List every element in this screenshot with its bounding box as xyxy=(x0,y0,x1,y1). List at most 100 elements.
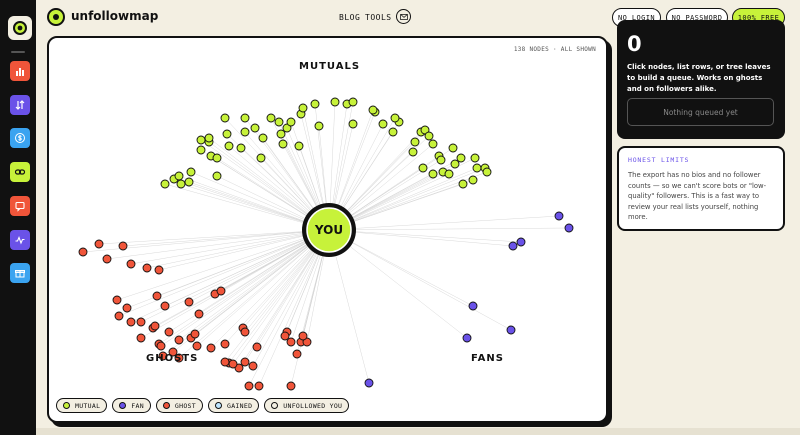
ghost-node[interactable] xyxy=(216,286,226,296)
mutual-node[interactable] xyxy=(294,141,304,151)
mutual-node[interactable] xyxy=(330,97,340,107)
mutual-node[interactable] xyxy=(388,127,398,137)
ghost-node[interactable] xyxy=(136,333,146,343)
ghost-node[interactable] xyxy=(126,259,136,269)
mutual-node[interactable] xyxy=(274,117,284,127)
mutual-node[interactable] xyxy=(298,103,308,113)
network-graph[interactable]: YOU xyxy=(49,38,608,423)
ghost-node[interactable] xyxy=(150,321,160,331)
ghost-node[interactable] xyxy=(114,311,124,321)
ghost-node[interactable] xyxy=(228,359,238,369)
ghost-node[interactable] xyxy=(292,349,302,359)
mutual-node[interactable] xyxy=(482,167,492,177)
mutual-node[interactable] xyxy=(310,99,320,109)
mutual-node[interactable] xyxy=(314,121,324,131)
rail-button-chat[interactable] xyxy=(10,195,30,216)
fan-node[interactable] xyxy=(508,241,518,251)
ghost-node[interactable] xyxy=(118,241,128,251)
mutual-node[interactable] xyxy=(196,145,206,155)
mutual-node[interactable] xyxy=(212,153,222,163)
mutual-node[interactable] xyxy=(410,137,420,147)
fan-node[interactable] xyxy=(564,223,574,233)
rail-button-link[interactable] xyxy=(10,162,30,183)
ghost-node[interactable] xyxy=(206,343,216,353)
fan-node[interactable] xyxy=(364,378,374,388)
mutual-node[interactable] xyxy=(266,113,276,123)
ghost-node[interactable] xyxy=(192,341,202,351)
rail-button-sort-arrows[interactable] xyxy=(10,94,30,115)
ghost-node[interactable] xyxy=(280,331,290,341)
mutual-node[interactable] xyxy=(256,153,266,163)
ghost-node[interactable] xyxy=(252,342,262,352)
mutual-node[interactable] xyxy=(160,179,170,189)
ghost-node[interactable] xyxy=(152,291,162,301)
mutual-node[interactable] xyxy=(368,105,378,115)
logo-icon[interactable] xyxy=(47,8,65,26)
mutual-node[interactable] xyxy=(458,179,468,189)
ghost-node[interactable] xyxy=(94,239,104,249)
mutual-node[interactable] xyxy=(472,163,482,173)
ghost-node[interactable] xyxy=(286,337,296,347)
mutual-node[interactable] xyxy=(224,141,234,151)
rail-button-dollar[interactable] xyxy=(10,128,30,149)
mutual-node[interactable] xyxy=(378,119,388,129)
rail-button-bar-chart[interactable] xyxy=(10,61,30,81)
mutual-node[interactable] xyxy=(456,153,466,163)
mutual-node[interactable] xyxy=(424,131,434,141)
legend-item-mutual[interactable]: MUTUAL xyxy=(56,398,108,413)
ghost-node[interactable] xyxy=(298,331,308,341)
mutual-node[interactable] xyxy=(436,155,446,165)
mutual-node[interactable] xyxy=(176,179,186,189)
mutual-node[interactable] xyxy=(220,113,230,123)
ghost-node[interactable] xyxy=(240,327,250,337)
ghost-node[interactable] xyxy=(194,309,204,319)
ghost-node[interactable] xyxy=(220,357,230,367)
queue-empty-button[interactable]: Nothing queued yet xyxy=(627,98,774,126)
mail-button[interactable] xyxy=(396,9,411,24)
ghost-node[interactable] xyxy=(156,341,166,351)
mutual-node[interactable] xyxy=(276,129,286,139)
ghost-node[interactable] xyxy=(122,303,132,313)
mutual-node[interactable] xyxy=(468,175,478,185)
mutual-node[interactable] xyxy=(286,117,296,127)
mutual-node[interactable] xyxy=(278,139,288,149)
mutual-node[interactable] xyxy=(470,153,480,163)
fan-node[interactable] xyxy=(506,325,516,335)
mutual-node[interactable] xyxy=(186,167,196,177)
ghost-node[interactable] xyxy=(254,381,264,391)
mutual-node[interactable] xyxy=(174,171,184,181)
ghost-node[interactable] xyxy=(112,295,122,305)
mutual-node[interactable] xyxy=(428,169,438,179)
ghost-node[interactable] xyxy=(240,357,250,367)
mutual-node[interactable] xyxy=(196,135,206,145)
fan-node[interactable] xyxy=(468,301,478,311)
nav-tools[interactable]: TOOLS xyxy=(365,13,392,22)
mutual-node[interactable] xyxy=(258,133,268,143)
rail-button-activity[interactable] xyxy=(10,229,30,250)
ghost-node[interactable] xyxy=(184,297,194,307)
logo-text[interactable]: unfollowmap xyxy=(71,9,158,23)
ghost-node[interactable] xyxy=(102,254,112,264)
ghost-node[interactable] xyxy=(190,329,200,339)
mutual-node[interactable] xyxy=(450,159,460,169)
fan-node[interactable] xyxy=(516,237,526,247)
ghost-node[interactable] xyxy=(78,247,88,257)
fan-node[interactable] xyxy=(462,333,472,343)
ghost-node[interactable] xyxy=(154,265,164,275)
mutual-node[interactable] xyxy=(240,113,250,123)
mutual-node[interactable] xyxy=(448,143,458,153)
ghost-node[interactable] xyxy=(160,301,170,311)
ghost-node[interactable] xyxy=(174,335,184,345)
legend-item-fan[interactable]: FAN xyxy=(112,398,151,413)
mutual-node[interactable] xyxy=(428,139,438,149)
mutual-node[interactable] xyxy=(408,147,418,157)
mutual-node[interactable] xyxy=(184,177,194,187)
mutual-node[interactable] xyxy=(222,129,232,139)
ghost-node[interactable] xyxy=(164,327,174,337)
mutual-node[interactable] xyxy=(418,163,428,173)
mutual-node[interactable] xyxy=(348,97,358,107)
fan-node[interactable] xyxy=(554,211,564,221)
ghost-node[interactable] xyxy=(248,361,258,371)
legend-item-gained[interactable]: GAINED xyxy=(208,398,260,413)
ghost-node[interactable] xyxy=(126,317,136,327)
